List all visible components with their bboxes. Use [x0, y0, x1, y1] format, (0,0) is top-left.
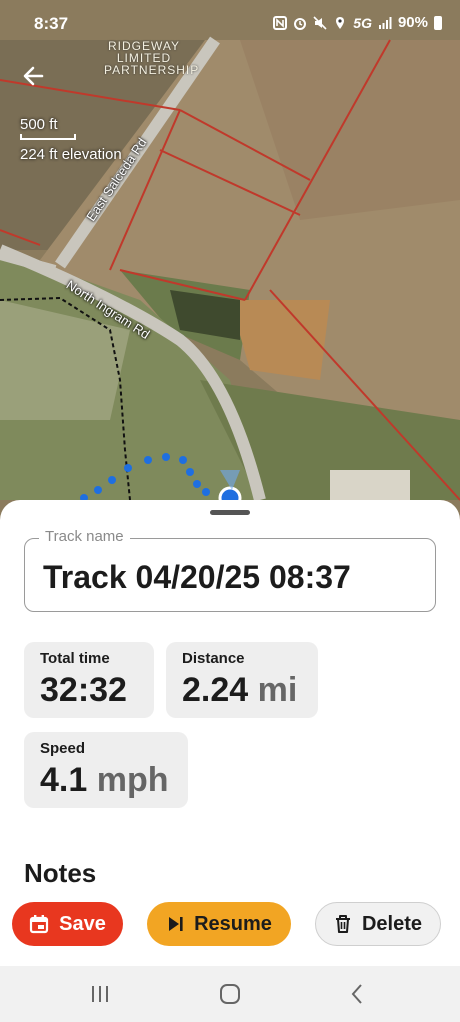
save-button[interactable]: Save: [12, 902, 123, 946]
status-bar: 8:37 5G 90%: [0, 0, 460, 44]
home-button[interactable]: [218, 982, 242, 1006]
location-icon: [336, 16, 345, 29]
battery-icon: [434, 15, 442, 30]
back-button[interactable]: [20, 62, 48, 90]
distance-value: 2.24 mi: [182, 671, 298, 709]
total-time-card: Total time 32:32: [24, 642, 154, 718]
track-name-field[interactable]: Track name Track 04/20/25 08:37: [24, 528, 436, 612]
arrow-left-icon: [23, 66, 44, 86]
resume-label: Resume: [194, 912, 272, 935]
resume-button[interactable]: Resume: [147, 902, 291, 946]
resume-icon: [169, 917, 183, 931]
delete-button[interactable]: Delete: [315, 902, 441, 946]
track-details-sheet: Track name Track 04/20/25 08:37 Total ti…: [0, 500, 460, 966]
map-scale: 500 ft 224 ft elevation: [20, 116, 122, 163]
status-icons: 5G 90%: [273, 14, 442, 31]
elevation-readout: 224 ft elevation: [20, 146, 122, 163]
recent-apps-button[interactable]: [88, 982, 112, 1006]
scale-distance: 500 ft: [20, 116, 58, 133]
map-view[interactable]: RIDGEWAY LIMITED PARTNERSHIP 500 ft 224 …: [0, 0, 460, 540]
satellite-map: [0, 0, 460, 540]
alarm-icon: [294, 17, 307, 30]
save-label: Save: [59, 912, 106, 935]
network-type: 5G: [353, 14, 372, 31]
trash-icon: [335, 915, 350, 933]
status-time: 8:37: [34, 14, 69, 33]
calendar-save-icon: [30, 915, 49, 934]
scale-bar: [20, 134, 76, 140]
distance-label: Distance: [182, 650, 245, 667]
signal-icon: [378, 16, 392, 29]
parcel-owner-label: RIDGEWAY LIMITED PARTNERSHIP: [104, 39, 200, 77]
total-time-label: Total time: [40, 650, 110, 667]
speed-value: 4.1 mph: [40, 761, 169, 799]
speed-card: Speed 4.1 mph: [24, 732, 188, 808]
chevron-left-icon: [351, 984, 362, 1004]
distance-unit: mi: [257, 671, 298, 709]
drag-handle[interactable]: [210, 510, 250, 515]
mute-icon: [313, 15, 327, 30]
distance-card: Distance 2.24 mi: [166, 642, 318, 718]
battery-level: 90%: [397, 14, 428, 31]
speed-unit: mph: [96, 761, 169, 799]
track-name-value[interactable]: Track 04/20/25 08:37: [43, 559, 351, 596]
system-nav-bar: [0, 966, 460, 1022]
recent-apps-icon: [92, 986, 108, 1002]
total-time-value: 32:32: [40, 671, 127, 709]
nfc-icon: [273, 15, 288, 30]
notes-heading: Notes: [24, 858, 97, 888]
speed-label: Speed: [40, 740, 86, 757]
system-back-button[interactable]: [346, 982, 370, 1006]
home-icon: [220, 984, 240, 1004]
track-name-label: Track name: [39, 528, 130, 545]
delete-label: Delete: [361, 912, 423, 935]
